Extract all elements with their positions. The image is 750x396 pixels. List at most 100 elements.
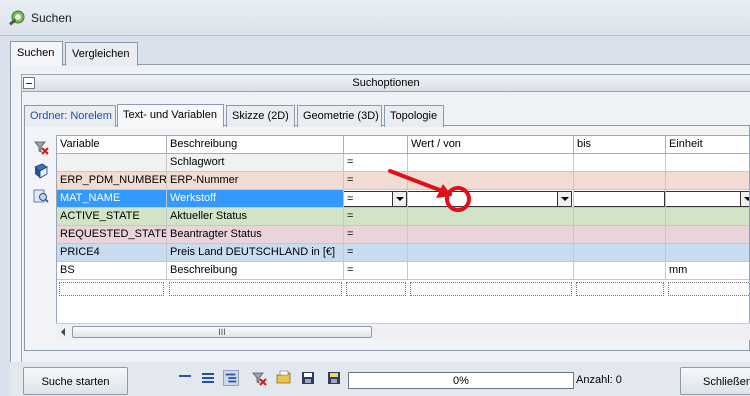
search-db-icon[interactable] <box>33 188 49 204</box>
cell-bis[interactable] <box>574 172 666 190</box>
operator-cell: = <box>344 190 408 208</box>
cell-beschreibung: Preis Land DEUTSCHLAND in [€] <box>167 244 344 262</box>
tab-suchen[interactable]: Suchen <box>10 41 63 66</box>
open-folder-icon[interactable] <box>276 370 292 386</box>
cell-operator[interactable]: = <box>344 172 408 190</box>
operator-value: = <box>347 193 354 205</box>
progress-bar: 0% <box>348 372 574 389</box>
cell-einheit[interactable] <box>666 154 749 172</box>
save-as-icon[interactable] <box>326 370 342 386</box>
collapse-all-icon[interactable] <box>177 370 193 386</box>
cell-wert-von[interactable] <box>408 208 574 226</box>
cell-bis[interactable] <box>574 262 666 280</box>
cell-einheit[interactable]: mm <box>666 262 749 280</box>
cell-beschreibung: Aktueller Status <box>167 208 344 226</box>
tab-ordner-norelem[interactable]: Ordner: Norelem <box>24 105 116 127</box>
column-header-bis[interactable]: bis <box>574 136 666 154</box>
cell-bis[interactable] <box>574 244 666 262</box>
new-einheit-field[interactable] <box>668 282 749 296</box>
cell-operator[interactable]: = <box>344 154 408 172</box>
cell-wert-von[interactable] <box>408 226 574 244</box>
operator-dropdown[interactable]: = <box>344 191 407 207</box>
bis-cell <box>574 190 666 208</box>
cell-beschreibung: Beantragter Status <box>167 226 344 244</box>
table-row[interactable]: Schlagwort = <box>57 154 749 172</box>
cell-einheit[interactable] <box>666 208 749 226</box>
cell-variable: BS <box>57 262 167 280</box>
column-header-variable[interactable]: Variable <box>57 136 167 154</box>
cell-wert-von[interactable] <box>408 244 574 262</box>
app-search-icon <box>9 10 25 26</box>
column-header-operator[interactable] <box>344 136 408 154</box>
search-start-button[interactable]: Suche starten <box>23 367 128 395</box>
cell-bis[interactable] <box>574 208 666 226</box>
column-header-wert-von[interactable]: Wert / von <box>408 136 574 154</box>
scrollbar-thumb[interactable]: III <box>72 326 372 338</box>
cell-beschreibung: ERP-Nummer <box>167 172 344 190</box>
window-title: Suchen <box>31 11 72 25</box>
wert-von-cell <box>408 190 574 208</box>
column-header-beschreibung[interactable]: Beschreibung <box>167 136 344 154</box>
new-operator-field[interactable] <box>346 282 406 296</box>
cell-operator[interactable]: = <box>344 244 408 262</box>
cell-bis[interactable] <box>574 226 666 244</box>
grid-header-row: Variable Beschreibung Wert / von bis Ein… <box>57 136 749 154</box>
table-row[interactable]: REQUESTED_STATE Beantragter Status = <box>57 226 749 244</box>
tab-skizze-2d[interactable]: Skizze (2D) <box>226 105 295 127</box>
chevron-down-icon[interactable] <box>740 192 749 206</box>
tree-view-icon[interactable] <box>223 370 239 386</box>
window-titlebar: Suchen <box>0 0 750 36</box>
table-row[interactable]: ERP_PDM_NUMBER ERP-Nummer = <box>57 172 749 190</box>
cell-operator[interactable]: = <box>344 208 408 226</box>
cell-wert-von[interactable] <box>408 154 574 172</box>
cell-variable: ERP_PDM_NUMBER <box>57 172 167 190</box>
tab-text-und-variablen[interactable]: Text- und Variablen <box>117 104 224 127</box>
list-view-icon[interactable] <box>200 370 216 386</box>
clear-icon[interactable] <box>33 139 49 155</box>
search-options-bar[interactable]: Suchoptionen <box>21 74 750 92</box>
book-icon[interactable] <box>33 163 49 179</box>
new-entry-row[interactable] <box>57 280 749 298</box>
cell-operator[interactable]: = <box>344 262 408 280</box>
cell-beschreibung: Schlagwort <box>167 154 344 172</box>
wert-von-dropdown[interactable] <box>408 191 572 207</box>
variables-grid: Variable Beschreibung Wert / von bis Ein… <box>56 135 750 325</box>
clear-filter-icon[interactable] <box>251 370 267 386</box>
cell-operator[interactable]: = <box>344 226 408 244</box>
search-options-label: Suchoptionen <box>352 77 420 89</box>
table-row[interactable]: PRICE4 Preis Land DEUTSCHLAND in [€] = <box>57 244 749 262</box>
horizontal-scrollbar[interactable]: III <box>56 323 750 340</box>
chevron-down-icon[interactable] <box>392 192 406 206</box>
einheit-dropdown[interactable] <box>666 191 749 207</box>
cell-wert-von[interactable] <box>408 262 574 280</box>
table-row[interactable]: BS Beschreibung = mm <box>57 262 749 280</box>
table-row-selected[interactable]: MAT_NAME Werkstoff = <box>57 190 749 208</box>
close-button[interactable]: Schließen <box>680 367 750 395</box>
cell-einheit[interactable] <box>666 244 749 262</box>
bis-input[interactable] <box>574 191 665 207</box>
cell-variable: ACTIVE_STATE <box>57 208 167 226</box>
cell-variable: REQUESTED_STATE <box>57 226 167 244</box>
cell-variable: MAT_NAME <box>57 190 167 208</box>
cell-beschreibung: Werkstoff <box>167 190 344 208</box>
new-wert-von-field[interactable] <box>410 282 572 296</box>
cell-einheit[interactable] <box>666 172 749 190</box>
tab-vergleichen[interactable]: Vergleichen <box>65 42 138 66</box>
column-header-einheit[interactable]: Einheit <box>666 136 749 154</box>
scroll-left-icon[interactable] <box>61 328 65 336</box>
tab-geometrie-3d[interactable]: Geometrie (3D) <box>297 105 382 127</box>
einheit-cell <box>666 190 749 208</box>
new-beschreibung-field[interactable] <box>169 282 342 296</box>
chevron-down-icon[interactable] <box>557 192 571 206</box>
cell-einheit[interactable] <box>666 226 749 244</box>
scrollbar-grip: III <box>218 327 226 337</box>
cell-bis[interactable] <box>574 154 666 172</box>
new-variable-field[interactable] <box>59 282 164 296</box>
cell-beschreibung: Beschreibung <box>167 262 344 280</box>
table-row[interactable]: ACTIVE_STATE Aktueller Status = <box>57 208 749 226</box>
tab-topologie[interactable]: Topologie <box>384 105 444 127</box>
cell-variable: PRICE4 <box>57 244 167 262</box>
save-icon[interactable] <box>300 370 316 386</box>
cell-wert-von[interactable] <box>408 172 574 190</box>
new-bis-field[interactable] <box>576 282 664 296</box>
